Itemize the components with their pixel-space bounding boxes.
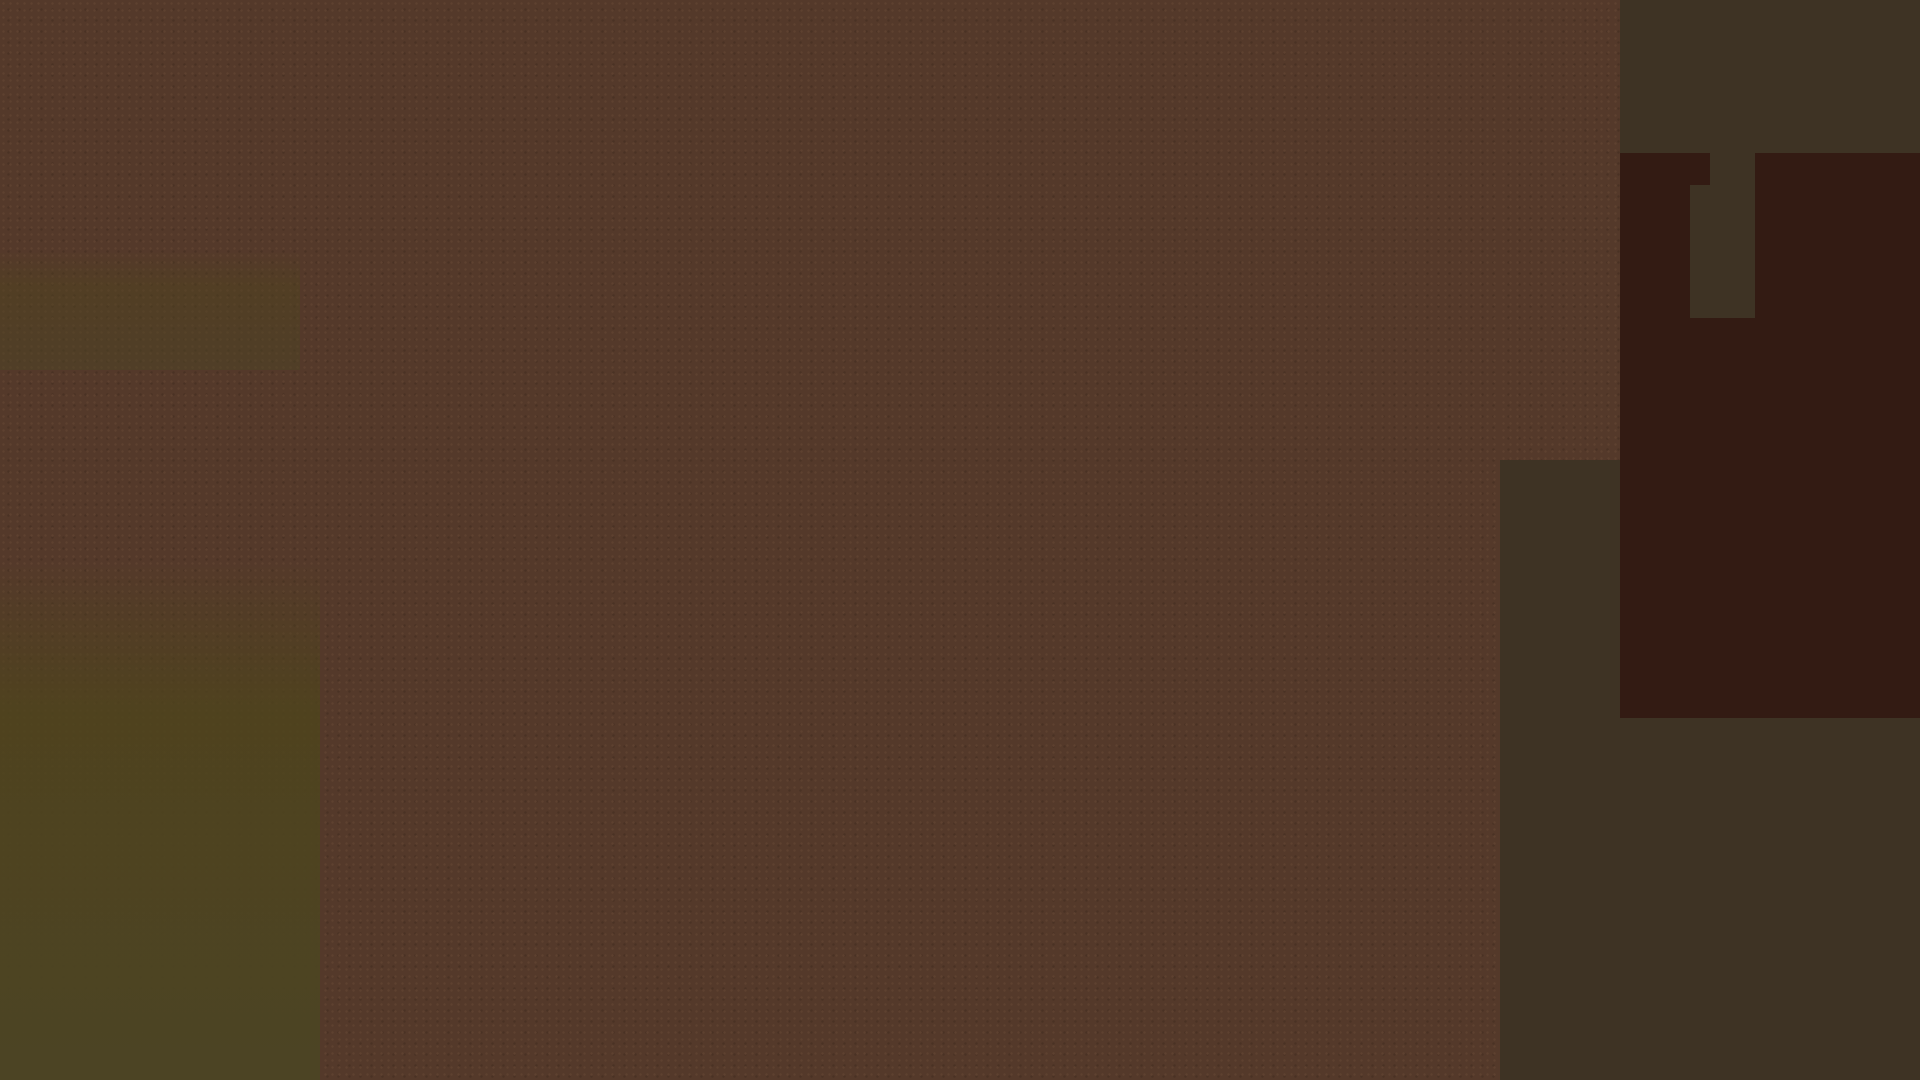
dirt-wall <box>1500 0 1620 460</box>
cave-shadow <box>1620 153 1920 318</box>
grass-patch <box>0 560 320 1080</box>
game-world <box>0 0 1920 1080</box>
grass-patch <box>0 250 300 370</box>
